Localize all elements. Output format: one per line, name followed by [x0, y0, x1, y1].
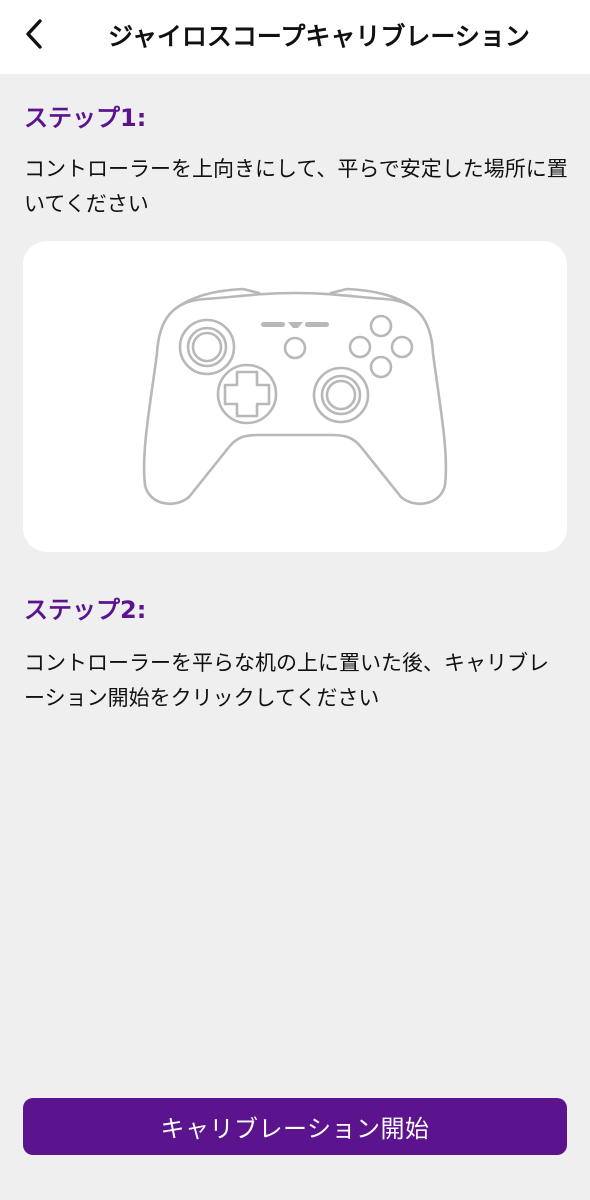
step1-title: ステップ1: — [24, 104, 147, 132]
step1-instruction: コントローラーを上向きにして、平らで安定した場所に置いてください — [24, 157, 568, 216]
step2-instruction: コントローラーを平らな机の上に置いた後、キャリブレーション開始をクリックしてくだ… — [24, 651, 549, 710]
controller-illustration-card — [23, 241, 567, 552]
app-header: ジャイロスコープキャリブレーション — [0, 0, 590, 74]
start-calibration-button[interactable]: キャリブレーション開始 — [23, 1098, 567, 1155]
page-title: ジャイロスコープキャリブレーション — [108, 22, 530, 51]
back-button[interactable] — [14, 14, 54, 54]
step2-title: ステップ2: — [24, 596, 147, 624]
gamepad-icon — [142, 287, 448, 505]
chevron-left-icon — [26, 19, 42, 49]
